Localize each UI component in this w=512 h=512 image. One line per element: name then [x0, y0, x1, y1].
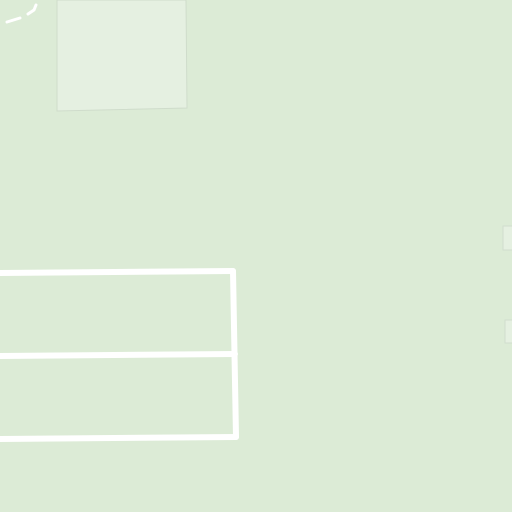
land-parcel — [56, 0, 188, 112]
path-lower-edge — [0, 434, 239, 442]
path-middle-edge — [0, 351, 238, 359]
map-feature-right-upper — [502, 225, 512, 251]
path-upper-edge — [0, 268, 236, 276]
map-feature-right-lower — [504, 319, 512, 344]
path-vertical-edge — [230, 268, 239, 440]
map-canvas[interactable] — [0, 0, 512, 512]
